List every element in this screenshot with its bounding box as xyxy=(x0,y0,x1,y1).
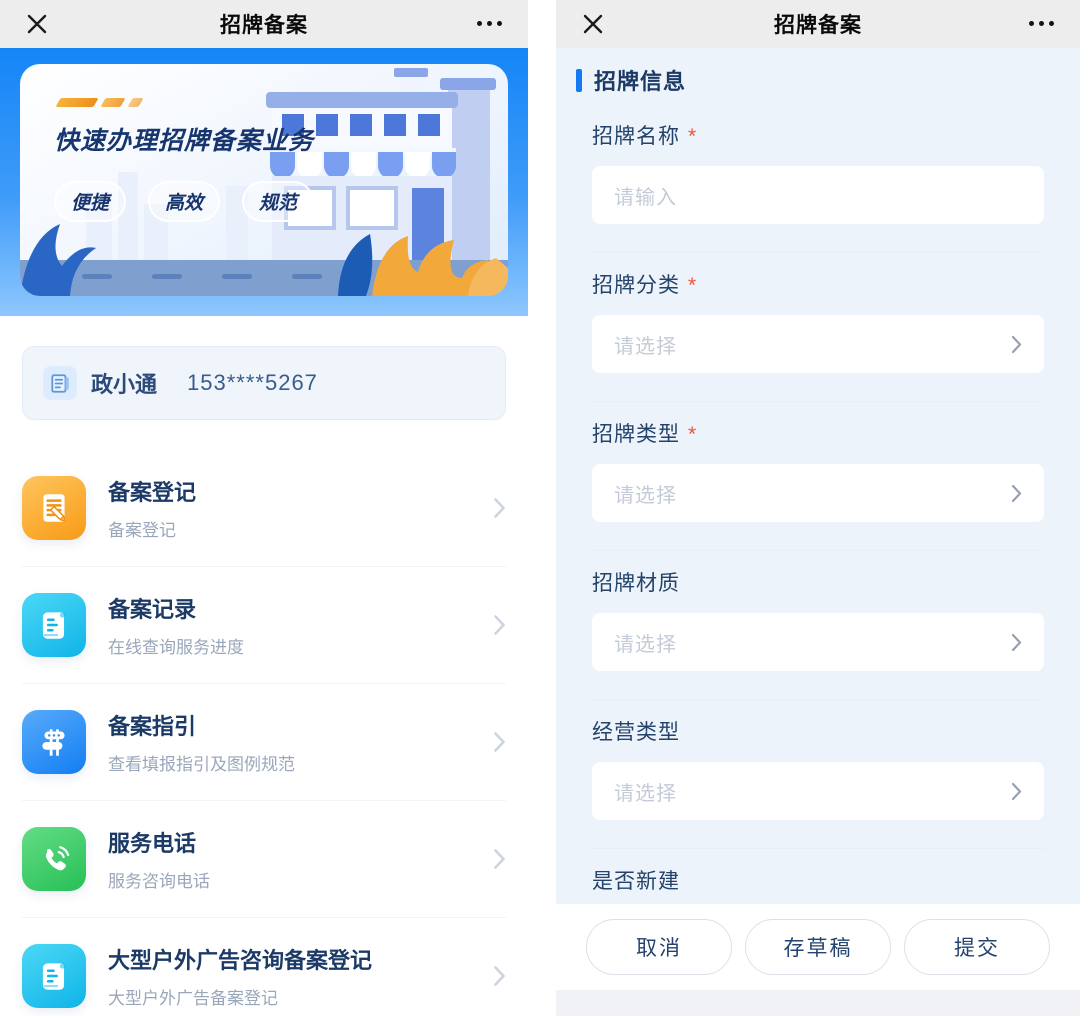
form-groups: 招牌名称 * 请输入 招牌分类 * 请选择 招牌类型 * 请选择 xyxy=(592,104,1044,923)
user-card: 政小通 153****5267 xyxy=(22,346,506,420)
badge-convenient: 便捷 xyxy=(54,181,126,222)
menu-item-subtitle: 查看填报指引及图例规范 xyxy=(108,750,295,775)
signboard-type-select[interactable]: 请选择 xyxy=(592,464,1044,522)
badge-efficient: 高效 xyxy=(148,181,220,222)
field-placeholder: 请选择 xyxy=(614,628,677,657)
chevron-right-icon xyxy=(1011,335,1022,354)
page-title: 招牌备案 xyxy=(220,9,308,39)
field-label: 招牌分类 xyxy=(592,274,680,297)
id-card-icon xyxy=(43,366,77,400)
chevron-right-icon xyxy=(493,965,506,987)
field-label: 是否新建 xyxy=(592,870,680,893)
field-placeholder: 请选择 xyxy=(614,777,677,806)
close-icon[interactable] xyxy=(26,13,48,35)
business-type-select[interactable]: 请选择 xyxy=(592,762,1044,820)
section-title: 招牌信息 xyxy=(594,64,686,96)
field-signboard-type: 招牌类型 * 请选择 xyxy=(592,402,1044,551)
field-placeholder: 请选择 xyxy=(614,479,677,508)
menu-item-subtitle: 在线查询服务进度 xyxy=(108,633,244,658)
close-icon[interactable] xyxy=(582,13,604,35)
scroll-icon xyxy=(22,593,86,657)
right-appbar: 招牌备案 xyxy=(556,0,1080,48)
menu-item-filing-guide[interactable]: 备案指引 查看填报指引及图例规范 xyxy=(22,684,506,801)
field-signboard-category: 招牌分类 * 请选择 xyxy=(592,253,1044,402)
signboard-category-select[interactable]: 请选择 xyxy=(592,315,1044,373)
menu-item-service-phone[interactable]: 服务电话 服务咨询电话 xyxy=(22,801,506,918)
chevron-right-icon xyxy=(493,497,506,519)
form-screen: 招牌备案 招牌信息 招牌名称 * 请输入 招牌分类 * 请选择 xyxy=(556,0,1080,1016)
save-draft-button[interactable]: 存草稿 xyxy=(745,919,891,975)
field-signboard-name: 招牌名称 * 请输入 xyxy=(592,104,1044,253)
chevron-right-icon xyxy=(493,731,506,753)
cancel-button[interactable]: 取消 xyxy=(586,919,732,975)
scroll-icon xyxy=(22,944,86,1008)
menu-item-subtitle: 服务咨询电话 xyxy=(108,867,210,892)
chevron-right-icon xyxy=(1011,782,1022,801)
menu-item-subtitle: 大型户外广告备案登记 xyxy=(108,984,372,1009)
menu-item-title: 服务电话 xyxy=(108,826,210,858)
field-label: 招牌类型 xyxy=(592,423,680,446)
menu-item-subtitle: 备案登记 xyxy=(108,516,196,541)
banner-title: 快速办理招牌备案业务 xyxy=(54,121,314,157)
badge-standard: 规范 xyxy=(242,181,314,222)
chevron-right-icon xyxy=(493,614,506,636)
menu-item-title: 备案登记 xyxy=(108,475,196,507)
promo-banner-card: 快速办理招牌备案业务 便捷 高效 规范 xyxy=(20,64,508,296)
more-dots-icon[interactable] xyxy=(477,21,502,26)
required-asterisk: * xyxy=(688,423,696,446)
menu-item-filing-register[interactable]: 备案登记 备案登记 xyxy=(22,450,506,567)
home-screen: 招牌备案 xyxy=(0,0,528,1016)
banner-badges: 便捷 高效 规范 xyxy=(54,181,314,222)
menu-item-title: 备案指引 xyxy=(108,709,295,741)
banner-copy: 快速办理招牌备案业务 便捷 高效 规范 xyxy=(54,98,314,222)
section-accent-bar xyxy=(576,69,582,92)
section-header: 招牌信息 xyxy=(592,48,1044,96)
home-indicator-strip xyxy=(556,990,1080,1016)
signboard-material-select[interactable]: 请选择 xyxy=(592,613,1044,671)
field-label: 经营类型 xyxy=(592,721,680,744)
signboard-name-input[interactable]: 请输入 xyxy=(592,166,1044,224)
required-asterisk: * xyxy=(688,274,696,297)
required-asterisk: * xyxy=(688,125,696,148)
promo-banner: 快速办理招牌备案业务 便捷 高效 规范 xyxy=(0,48,528,316)
form-footer: 取消 存草稿 提交 xyxy=(556,904,1080,990)
user-name: 政小通 xyxy=(91,367,157,399)
menu-item-title: 大型户外广告咨询备案登记 xyxy=(108,943,372,975)
menu-item-filing-records[interactable]: 备案记录 在线查询服务进度 xyxy=(22,567,506,684)
field-label: 招牌材质 xyxy=(592,572,680,595)
more-dots-icon[interactable] xyxy=(1029,21,1054,26)
chevron-right-icon xyxy=(493,848,506,870)
submit-button[interactable]: 提交 xyxy=(904,919,1050,975)
field-placeholder: 请输入 xyxy=(614,181,677,210)
document-edit-icon xyxy=(22,476,86,540)
menu-list: 备案登记 备案登记 备案记录 在线查询服务进度 备案指引 查看填报指引及图例规范… xyxy=(0,450,528,1016)
field-placeholder: 请选择 xyxy=(614,330,677,359)
field-signboard-material: 招牌材质* 请选择 xyxy=(592,551,1044,700)
phone-icon xyxy=(22,827,86,891)
user-phone: 153****5267 xyxy=(187,370,318,396)
page-title: 招牌备案 xyxy=(774,9,862,39)
chevron-right-icon xyxy=(1011,484,1022,503)
left-appbar: 招牌备案 xyxy=(0,0,528,48)
field-business-type: 经营类型* 请选择 xyxy=(592,700,1044,849)
signpost-icon xyxy=(22,710,86,774)
field-label: 招牌名称 xyxy=(592,125,680,148)
chevron-right-icon xyxy=(1011,633,1022,652)
menu-item-title: 备案记录 xyxy=(108,592,244,624)
menu-item-outdoor-ad-filing[interactable]: 大型户外广告咨询备案登记 大型户外广告备案登记 xyxy=(22,918,506,1016)
two-screen-screenshot: 招牌备案 xyxy=(0,0,1080,1016)
speed-lines-icon xyxy=(58,98,314,107)
form-content: 招牌信息 招牌名称* 请输入 招牌分类* 请选择 招牌类型* 请 xyxy=(556,48,1080,1016)
